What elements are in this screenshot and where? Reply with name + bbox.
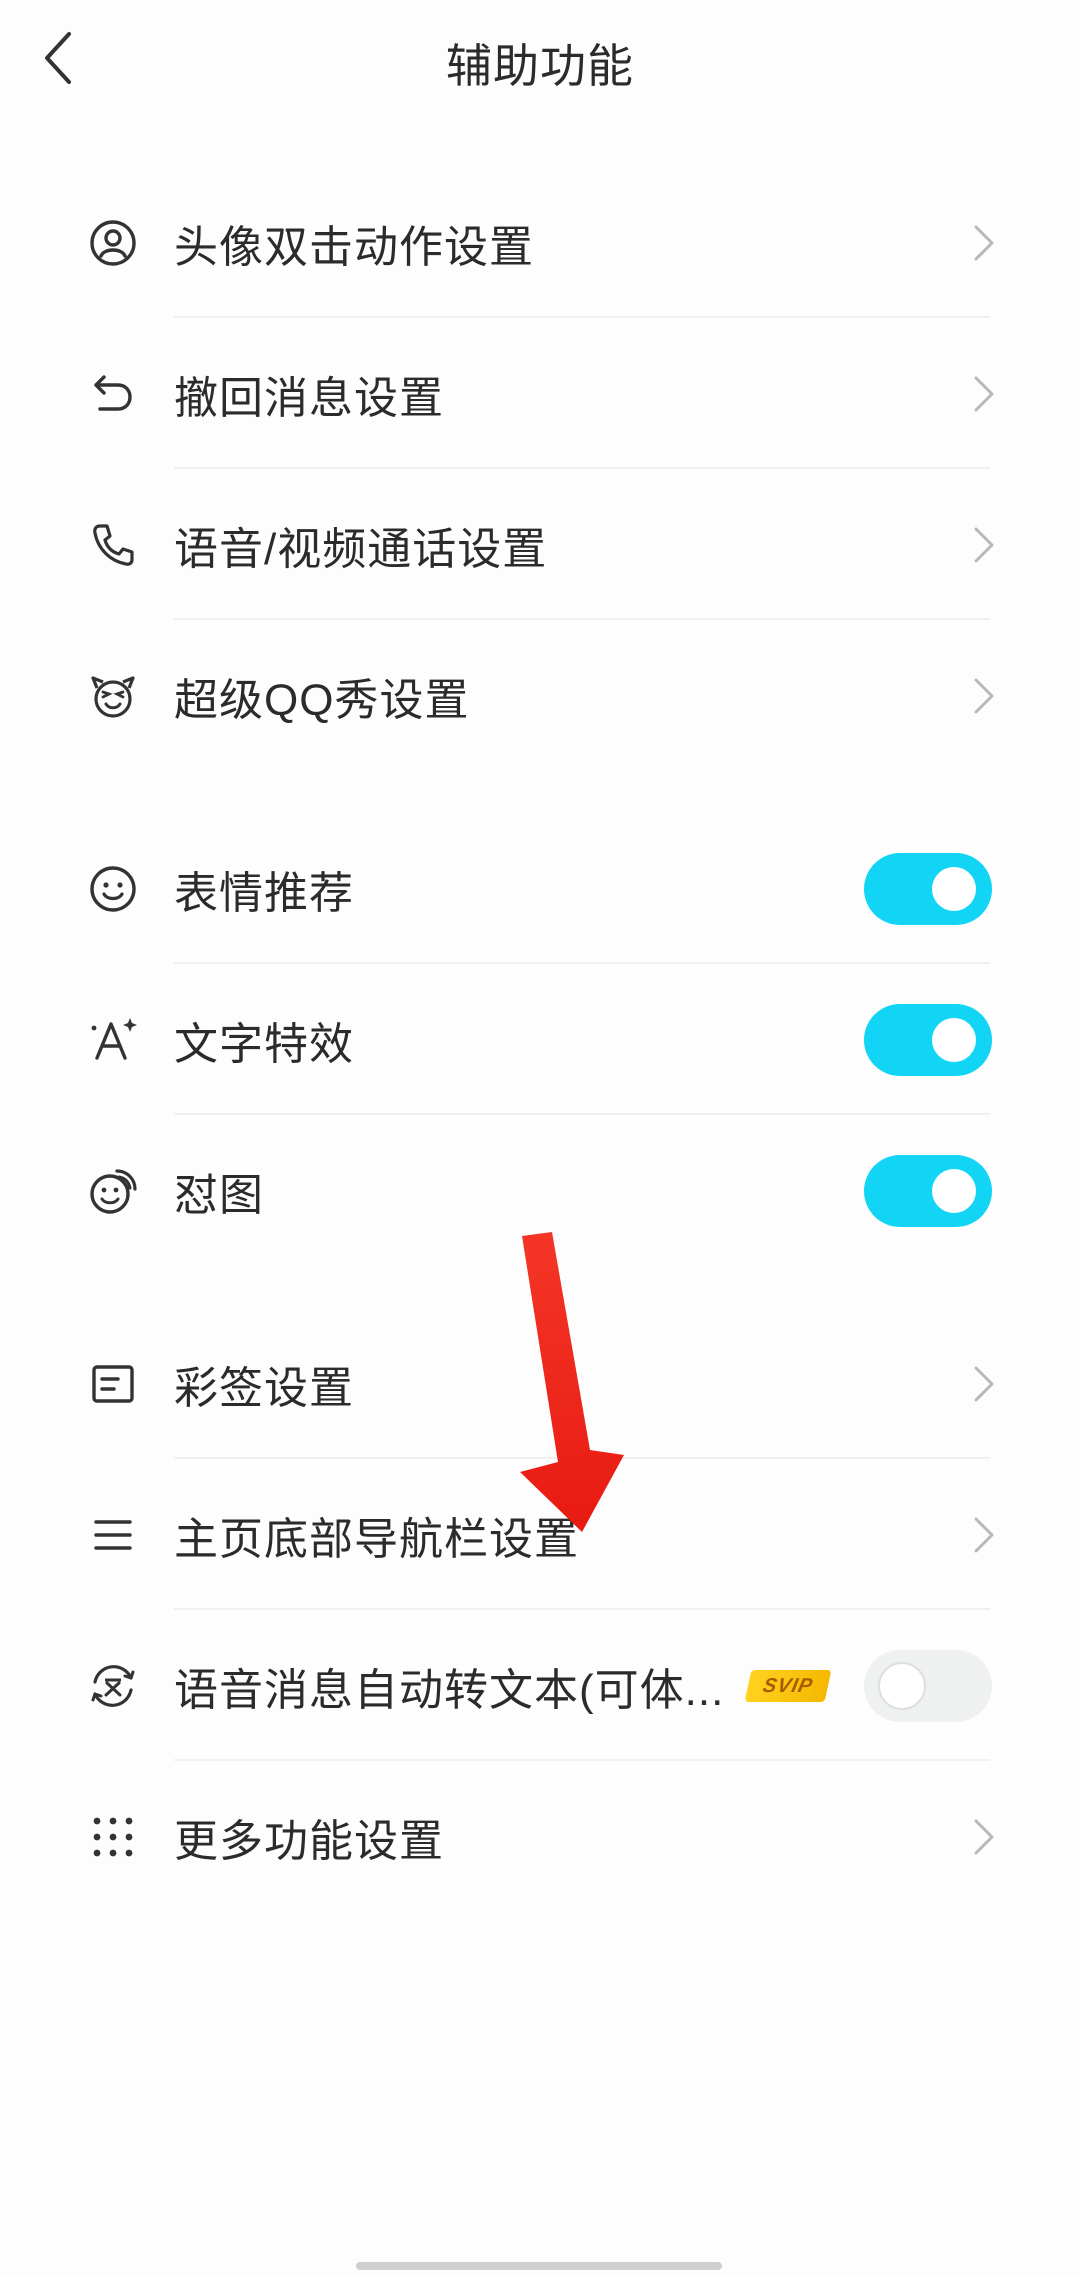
setting-row-sticker-reply: 怼图	[0, 1115, 1080, 1266]
avatar-icon	[86, 216, 140, 270]
setting-label: 超级QQ秀设置	[174, 675, 470, 725]
setting-label: 更多功能设置	[174, 1816, 444, 1866]
voice-to-text-toggle[interactable]	[864, 1649, 992, 1722]
svip-badge-label: SVIP	[760, 1674, 816, 1696]
setting-row-voice-to-text: 语音消息自动转文本(可体... SVIP	[0, 1610, 1080, 1761]
toggle-knob	[932, 866, 976, 911]
voice-to-text-icon	[86, 1659, 140, 1713]
sticker-icon	[86, 1164, 140, 1218]
setting-label: 语音消息自动转文本(可体...	[174, 1665, 725, 1715]
sticker-reply-toggle[interactable]	[864, 1154, 992, 1227]
emoji-recommend-toggle[interactable]	[864, 852, 992, 925]
setting-row-more-features[interactable]: 更多功能设置	[0, 1761, 1080, 1912]
setting-row-voice-video-call[interactable]: 语音/视频通话设置	[0, 469, 1080, 620]
setting-label: 彩签设置	[174, 1363, 354, 1413]
setting-row-text-effect: 文字特效	[0, 964, 1080, 1115]
text-effect-toggle[interactable]	[864, 1003, 992, 1076]
chevron-right-icon	[974, 1517, 994, 1552]
toggle-knob	[932, 1017, 976, 1062]
setting-row-emoji-recommend: 表情推荐	[0, 813, 1080, 964]
chevron-right-icon	[974, 376, 994, 411]
page-title: 辅助功能	[446, 40, 634, 92]
tag-icon	[86, 1357, 140, 1411]
toggle-knob	[932, 1168, 976, 1213]
text-effect-icon	[86, 1013, 140, 1067]
chevron-right-icon	[974, 225, 994, 260]
chevron-right-icon	[974, 1366, 994, 1401]
setting-row-color-tag[interactable]: 彩签设置	[0, 1308, 1080, 1459]
qq-show-icon	[86, 669, 140, 723]
setting-row-recall-message[interactable]: 撤回消息设置	[0, 318, 1080, 469]
setting-label: 主页底部导航栏设置	[174, 1514, 579, 1564]
toggle-knob	[878, 1661, 926, 1710]
setting-label: 头像双击动作设置	[174, 222, 534, 272]
svip-badge: SVIP	[744, 1669, 832, 1702]
chevron-right-icon	[974, 678, 994, 713]
smiley-icon	[86, 862, 140, 916]
setting-row-avatar-double-tap[interactable]: 头像双击动作设置	[0, 167, 1080, 318]
undo-icon	[86, 367, 140, 421]
phone-icon	[86, 518, 140, 572]
menu-icon	[86, 1508, 140, 1562]
setting-row-super-qq-show[interactable]: 超级QQ秀设置	[0, 620, 1080, 771]
setting-label: 怼图	[174, 1170, 264, 1220]
setting-label: 语音/视频通话设置	[174, 524, 548, 574]
setting-label: 文字特效	[174, 1019, 354, 1069]
chevron-right-icon	[974, 1819, 994, 1854]
grid-icon	[86, 1810, 140, 1864]
setting-label: 表情推荐	[174, 868, 354, 918]
header-bar: 辅助功能	[0, 0, 1080, 120]
setting-row-bottom-nav[interactable]: 主页底部导航栏设置	[0, 1459, 1080, 1610]
chevron-right-icon	[974, 527, 994, 562]
home-indicator[interactable]	[356, 2262, 722, 2270]
setting-label: 撤回消息设置	[174, 373, 444, 423]
